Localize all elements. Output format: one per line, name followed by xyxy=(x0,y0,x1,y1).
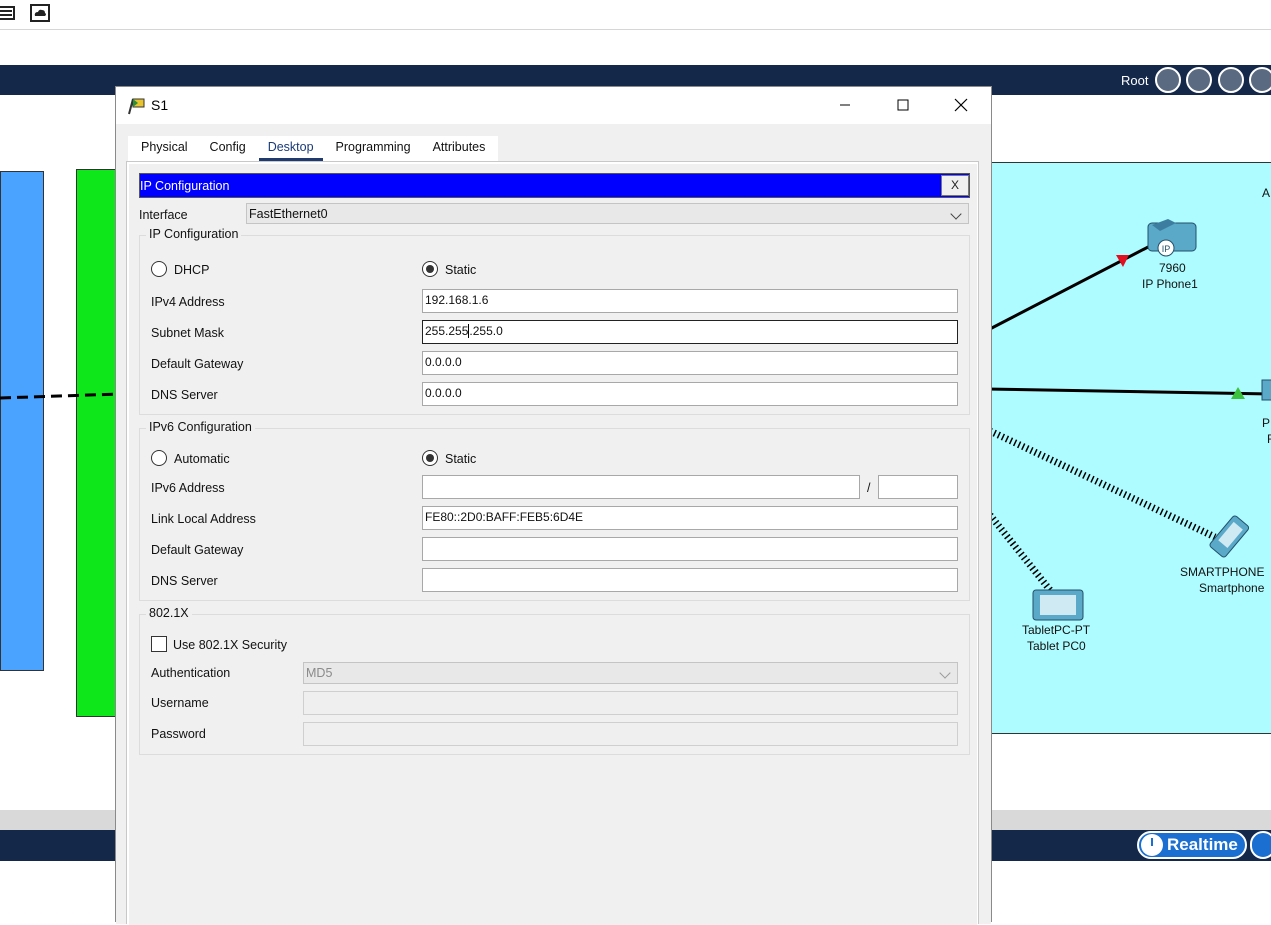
tab-programming[interactable]: Programming xyxy=(325,136,422,161)
ipv6-dns-label: DNS Server xyxy=(151,574,218,588)
title-bar[interactable]: S1 xyxy=(116,87,991,124)
use-8021x-label: Use 802.1X Security xyxy=(173,638,287,652)
simulation-icon[interactable] xyxy=(1250,831,1271,859)
tab-attributes[interactable]: Attributes xyxy=(422,136,497,161)
subnet-mask-input[interactable]: 255.255.255.0 xyxy=(422,320,958,344)
tablet-type-label: TabletPC-PT xyxy=(1022,623,1091,637)
link-local-input[interactable]: FE80::2D0:BAFF:FEB5:6D4E xyxy=(422,506,958,530)
chevron-down-icon xyxy=(950,208,962,220)
dashed-link xyxy=(0,392,121,400)
tablet-name-label: Tablet PC0 xyxy=(1027,639,1086,653)
move-icon[interactable] xyxy=(1218,67,1244,93)
password-input[interactable] xyxy=(303,722,958,746)
interface-value: FastEthernet0 xyxy=(249,207,328,221)
tab-desktop[interactable]: Desktop xyxy=(257,136,325,161)
desktop-panel: IP Configuration X Interface FastEtherne… xyxy=(126,161,979,925)
ipv6-static-label: Static xyxy=(445,452,477,466)
ipv6-gateway-input[interactable] xyxy=(422,537,958,561)
device-dialog: S1 Physical Config Desktop Programming A… xyxy=(115,86,992,925)
authentication-value: MD5 xyxy=(306,666,333,680)
clock-icon xyxy=(1141,834,1163,856)
tab-config[interactable]: Config xyxy=(199,136,257,161)
ip-phone-icon[interactable]: IP xyxy=(1147,219,1197,257)
ipv4-dns-input[interactable]: 0.0.0.0 xyxy=(422,382,958,406)
cloud-toolbar-icon[interactable] xyxy=(30,3,50,23)
smartphone-type-label: SMARTPHONE xyxy=(1180,565,1265,579)
wireless-link-smartphone xyxy=(988,427,1217,541)
interface-label: Interface xyxy=(139,208,188,222)
chevron-down-icon xyxy=(939,667,951,679)
close-icon xyxy=(954,98,968,112)
back-arrow-icon[interactable] xyxy=(1155,67,1181,93)
ipv6-address-input[interactable] xyxy=(422,475,860,499)
maximize-icon xyxy=(897,99,909,111)
mountain-icon[interactable] xyxy=(1249,67,1271,93)
ipv4-address-input[interactable]: 192.168.1.6 xyxy=(422,289,958,313)
config-close-button[interactable]: X xyxy=(941,175,969,196)
cloud-icon[interactable] xyxy=(1186,67,1212,93)
svg-text:IP: IP xyxy=(1162,244,1171,254)
prefix-separator: / xyxy=(867,481,871,495)
subnet-mask-text-after: .255.0 xyxy=(469,324,503,338)
interface-select[interactable]: FastEthernet0 xyxy=(246,203,969,224)
ipv4-static-label: Static xyxy=(445,263,477,277)
dhcp-label: DHCP xyxy=(174,263,210,277)
ipv6-dns-input[interactable] xyxy=(422,568,958,592)
ipv4-static-radio[interactable] xyxy=(422,261,438,277)
ipv6-automatic-label: Automatic xyxy=(174,452,230,466)
switch-app-icon xyxy=(128,98,145,115)
pc-icon[interactable] xyxy=(1261,379,1271,401)
ipv6-prefix-input[interactable] xyxy=(878,475,958,499)
ipv6-address-label: IPv6 Address xyxy=(151,481,225,495)
ipv6-static-radio[interactable] xyxy=(422,450,438,466)
device-toolbar-icon[interactable] xyxy=(0,3,16,23)
root-label[interactable]: Root xyxy=(1121,73,1148,88)
phone-name-label: IP Phone1 xyxy=(1142,277,1198,291)
wireless-link-tablet xyxy=(987,512,1053,593)
tab-physical[interactable]: Physical xyxy=(130,136,199,161)
window-title: S1 xyxy=(151,97,169,113)
dot1x-group: 802.1X Use 802.1X Security Authenticatio… xyxy=(139,606,970,755)
ip-configuration-panel: IP Configuration X Interface FastEtherne… xyxy=(129,164,977,925)
subnet-mask-text-before: 255.255 xyxy=(425,324,469,338)
ip-configuration-header: IP Configuration X xyxy=(139,173,970,198)
close-window-button[interactable] xyxy=(932,87,990,123)
ip-configuration-title: IP Configuration xyxy=(140,179,230,193)
ipv4-gateway-input[interactable]: 0.0.0.0 xyxy=(422,351,958,375)
ipv4-dns-label: DNS Server xyxy=(151,388,218,402)
ipv6-group: IPv6 Configuration Automatic Static IPv6… xyxy=(139,420,970,601)
dialog-client: Physical Config Desktop Programming Attr… xyxy=(116,124,991,925)
ipv4-group: IP Configuration DHCP Static IPv4 Addres… xyxy=(139,227,970,415)
authentication-label: Authentication xyxy=(151,666,231,680)
username-input[interactable] xyxy=(303,691,958,715)
maximize-button[interactable] xyxy=(874,87,932,123)
pc-link xyxy=(985,387,1271,396)
realtime-label: Realtime xyxy=(1167,835,1238,854)
dot1x-group-title: 802.1X xyxy=(146,606,192,620)
subnet-mask-label: Subnet Mask xyxy=(151,326,224,340)
dhcp-radio[interactable] xyxy=(151,261,167,277)
username-label: Username xyxy=(151,696,209,710)
ipv4-gateway-label: Default Gateway xyxy=(151,357,244,371)
ipv6-gateway-label: Default Gateway xyxy=(151,543,244,557)
ipv4-address-label: IPv4 Address xyxy=(151,295,225,309)
password-label: Password xyxy=(151,727,206,741)
ipv4-group-title: IP Configuration xyxy=(146,227,242,241)
realtime-button[interactable]: Realtime xyxy=(1137,831,1247,859)
authentication-select[interactable]: MD5 xyxy=(303,662,958,684)
link-local-label: Link Local Address xyxy=(151,512,256,526)
phone-type-label: 7960 xyxy=(1159,261,1186,275)
ipv6-automatic-radio[interactable] xyxy=(151,450,167,466)
top-toolbar xyxy=(0,0,1271,30)
tablet-icon[interactable] xyxy=(1032,589,1084,621)
tab-strip: Physical Config Desktop Programming Attr… xyxy=(128,136,499,161)
smartphone-name-label: Smartphone xyxy=(1199,581,1265,595)
ipv6-group-title: IPv6 Configuration xyxy=(146,420,255,434)
use-8021x-checkbox[interactable] xyxy=(151,636,167,652)
minimize-icon xyxy=(840,104,850,106)
minimize-button[interactable] xyxy=(816,87,874,123)
